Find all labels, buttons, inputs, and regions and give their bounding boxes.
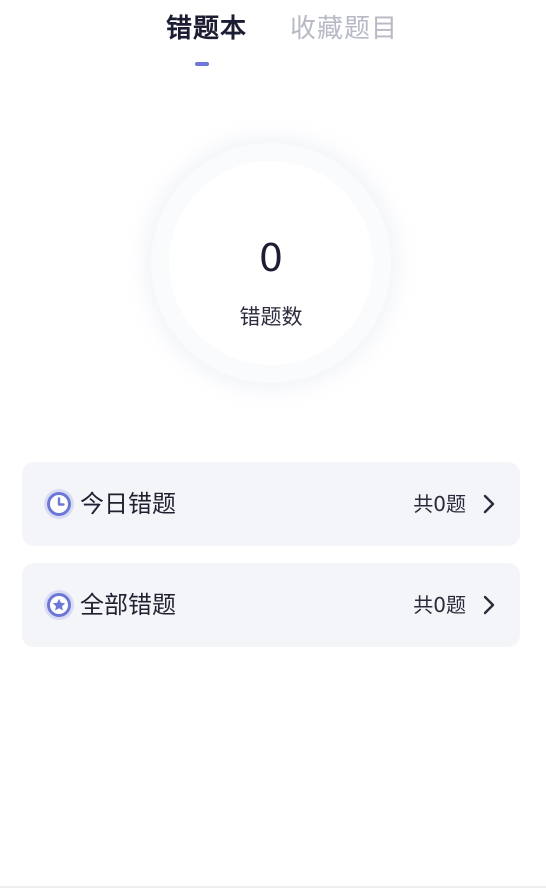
star-icon — [44, 590, 74, 620]
wrong-count-label: 错题数 — [239, 305, 303, 329]
top-tab-bar: 错题本 收藏题目 — [0, 0, 546, 80]
all-wrong-questions-count: 共0题 — [413, 593, 466, 617]
today-wrong-questions-row[interactable]: 今日错题 共0题 — [22, 462, 520, 546]
today-wrong-questions-count: 共0题 — [413, 492, 466, 516]
chevron-right-icon — [483, 494, 495, 514]
all-wrong-questions-label: 全部错题 — [80, 591, 176, 619]
wrong-count-circle: 0 错题数 — [169, 161, 373, 365]
all-wrong-questions-row[interactable]: 全部错题 共0题 — [22, 563, 520, 647]
tab-favorite-questions[interactable]: 收藏题目 — [290, 12, 398, 46]
chevron-right-icon — [483, 595, 495, 615]
wrong-count-value: 0 — [258, 236, 284, 280]
active-tab-indicator — [195, 62, 209, 66]
clock-icon — [44, 489, 74, 519]
today-wrong-questions-label: 今日错题 — [80, 490, 176, 518]
tab-wrong-questions[interactable]: 错题本 — [166, 12, 247, 46]
